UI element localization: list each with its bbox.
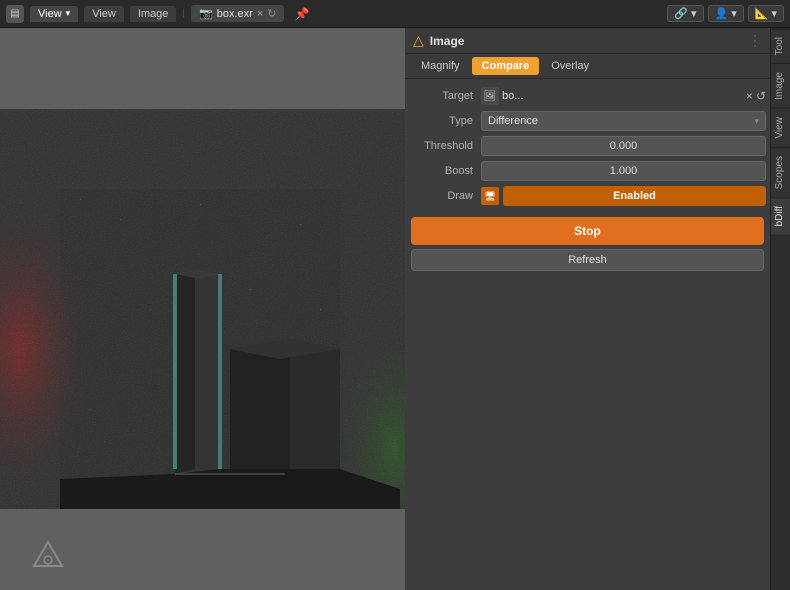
scene-svg (0, 109, 405, 509)
type-label: Type (409, 115, 477, 127)
property-rows: Target 🖼 bo... × ↺ Type Difference ▾ (405, 79, 770, 213)
boost-input[interactable]: 1.000 (481, 161, 766, 181)
canvas-area (0, 28, 405, 590)
filename-label: box.exr (217, 8, 253, 20)
target-image-icon: 🖼 (481, 87, 499, 105)
panel-header: △ Image ⋮ (405, 28, 770, 54)
header-right-controls: 🔗▾ 👤▾ 📐▾ (667, 5, 784, 22)
right-panel-area: △ Image ⋮ Magnify Compare Overlay Target… (405, 28, 790, 590)
compare-tabs-row: Magnify Compare Overlay (405, 54, 770, 79)
refresh-button[interactable]: Refresh (411, 249, 764, 271)
threshold-label: Threshold (409, 140, 477, 152)
tab-overlay[interactable]: Overlay (541, 57, 599, 75)
draw-enabled-button[interactable]: Enabled (503, 186, 766, 206)
menu-view2[interactable]: View (84, 6, 124, 22)
stop-button[interactable]: Stop (411, 217, 764, 245)
main-layout: △ Image ⋮ Magnify Compare Overlay Target… (0, 28, 790, 590)
type-select-arrow: ▾ (754, 116, 759, 127)
target-refresh-button[interactable]: ↺ (756, 89, 766, 103)
boost-prop-row: Boost 1.000 (409, 160, 766, 182)
filename-tab[interactable]: 📷 box.exr × ↻ (191, 5, 284, 22)
blender-logo (30, 538, 66, 574)
side-tabs: Tool Image View Scopes bDiff (770, 28, 790, 590)
header-bar: ▤ View ▾ View Image | 📷 box.exr × ↻ 📌 🔗▾… (0, 0, 790, 28)
tab-magnify[interactable]: Magnify (411, 57, 470, 75)
draw-icon-button[interactable]: 🖥 (481, 187, 499, 205)
side-tab-view[interactable]: View (771, 108, 790, 147)
side-tab-tool[interactable]: Tool (771, 28, 790, 63)
layout-dropdown[interactable]: 📐▾ (748, 5, 784, 22)
rendered-image (0, 109, 405, 509)
type-prop-row: Type Difference ▾ (409, 110, 766, 132)
threshold-prop-row: Threshold 0.000 (409, 135, 766, 157)
panel-title: Image (430, 34, 742, 48)
target-label: Target (409, 90, 477, 102)
side-tab-image[interactable]: Image (771, 63, 790, 108)
side-tab-bdiff[interactable]: bDiff (771, 197, 790, 234)
pin-icon[interactable]: 📌 (294, 7, 309, 21)
draw-label: Draw (409, 190, 477, 202)
boost-label: Boost (409, 165, 477, 177)
image-viewport[interactable] (0, 28, 405, 590)
image-panel-icon: △ (413, 32, 424, 49)
viewport-shading-dropdown[interactable]: 🔗▾ (667, 5, 703, 22)
properties-panel: △ Image ⋮ Magnify Compare Overlay Target… (405, 28, 770, 590)
type-select[interactable]: Difference ▾ (481, 111, 766, 131)
target-value-row[interactable]: 🖼 bo... × ↺ (481, 87, 766, 105)
header-separator: | (182, 8, 185, 19)
panel-menu-dots[interactable]: ⋮ (748, 32, 762, 49)
tab-compare[interactable]: Compare (472, 57, 540, 75)
draw-value-row: 🖥 Enabled (481, 186, 766, 206)
menu-image[interactable]: Image (130, 6, 177, 22)
user-dropdown[interactable]: 👤▾ (708, 5, 744, 22)
target-clear-button[interactable]: × (746, 89, 753, 103)
menu-view1[interactable]: View ▾ (30, 6, 78, 22)
target-image-name: bo... (502, 90, 743, 102)
sync-icon: ↻ (267, 7, 276, 20)
target-prop-row: Target 🖼 bo... × ↺ (409, 85, 766, 107)
threshold-input[interactable]: 0.000 (481, 136, 766, 156)
side-tab-scopes[interactable]: Scopes (771, 147, 790, 197)
close-tab-button[interactable]: × (257, 8, 263, 20)
draw-prop-row: Draw 🖥 Enabled (409, 185, 766, 207)
header-left-icon[interactable]: ▤ (6, 5, 24, 23)
type-value: Difference (488, 115, 538, 127)
